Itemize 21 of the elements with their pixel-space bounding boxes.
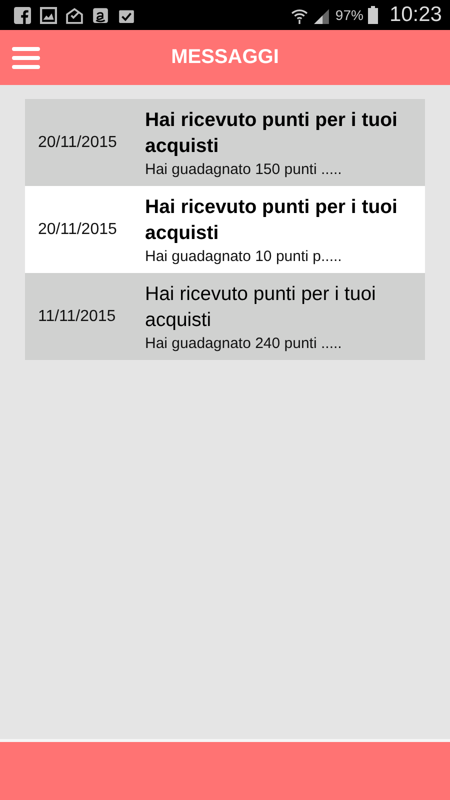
facebook-icon <box>14 6 31 24</box>
message-row[interactable]: 11/11/2015 Hai ricevuto punti per i tuoi acquisti Hai guadagnato 240 punti ..... <box>25 273 425 360</box>
clock-time: 10:23 <box>389 3 442 27</box>
battery-icon <box>368 6 378 24</box>
message-preview: Hai guadagnato 150 punti ..... <box>145 161 343 178</box>
wifi-icon <box>291 6 308 24</box>
image-icon <box>40 6 57 24</box>
message-row[interactable]: 20/11/2015 Hai ricevuto punti per i tuoi acquisti Hai guadagnato 150 punti ..... <box>25 99 425 186</box>
message-date: 20/11/2015 <box>38 220 118 238</box>
menu-icon[interactable] <box>12 47 40 69</box>
message-row[interactable]: 20/11/2015 Hai ricevuto punti per i tuoi acquisti Hai guadagnato 10 punti p..... <box>25 186 425 273</box>
message-title: Hai ricevuto punti per i tuoi acquisti <box>145 108 398 159</box>
message-preview: Hai guadagnato 10 punti p..... <box>145 248 343 265</box>
battery-percent: 97% <box>335 7 364 23</box>
screen-title: MESSAGGI <box>171 46 279 69</box>
message-title: Hai ricevuto punti per i tuoi acquisti <box>145 282 377 333</box>
message-preview: Hai guadagnato 240 punti ..... <box>145 335 343 352</box>
message-date: 20/11/2015 <box>38 134 118 152</box>
signal-icon <box>313 6 330 24</box>
message-date: 11/11/2015 <box>38 308 117 326</box>
message-title: Hai ricevuto punti per i tuoi acquisti <box>145 195 398 246</box>
